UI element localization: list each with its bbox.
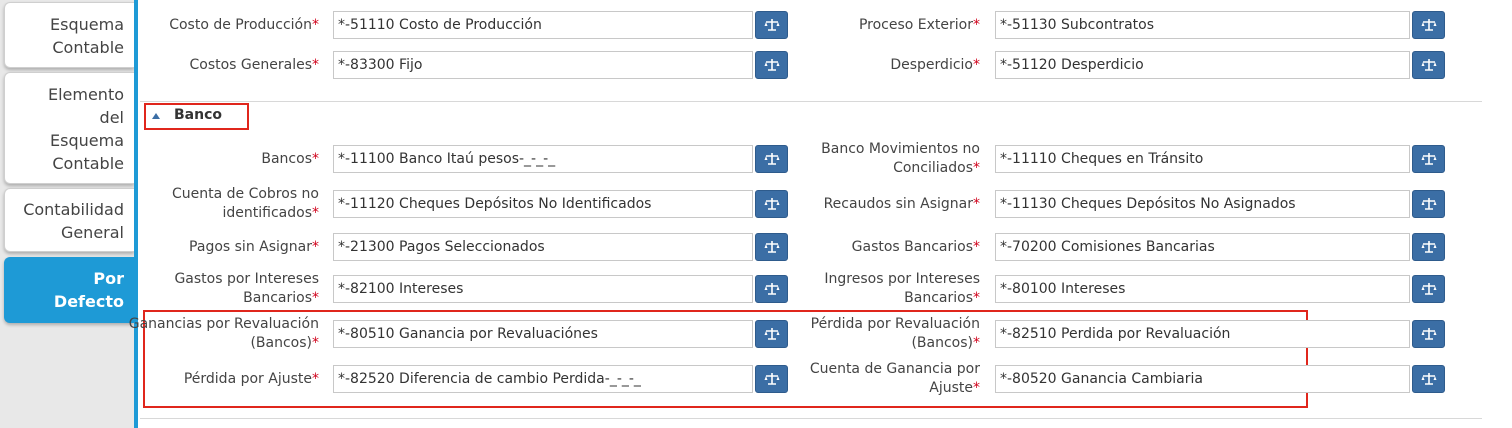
field-label: Ingresos por Intereses Bancarios* xyxy=(720,270,980,308)
account-lookup-button[interactable] xyxy=(1412,275,1445,303)
field-label-line: Pérdida por Revaluación xyxy=(810,316,980,332)
field-label: Banco Movimientos no Conciliados* xyxy=(720,140,980,178)
account-input[interactable]: *-21300 Pagos Seleccionados xyxy=(333,233,753,261)
field-label: Proceso Exterior* xyxy=(720,16,980,35)
collapse-triangle-icon[interactable] xyxy=(152,113,160,119)
required-asterisk: * xyxy=(312,238,319,255)
field-label: Costo de Producción* xyxy=(59,16,319,35)
field-label-line: Pagos sin Asignar* xyxy=(189,238,319,255)
account-input[interactable]: *-82520 Diferencia de cambio Perdida-_-_… xyxy=(333,365,753,393)
account-lookup-button[interactable] xyxy=(1412,190,1445,218)
account-lookup-button[interactable] xyxy=(1412,11,1445,39)
field-label-line: Ajuste* xyxy=(929,380,980,396)
field-label-line: Conciliados* xyxy=(893,160,980,176)
balance-scale-icon xyxy=(1421,198,1437,210)
required-asterisk: * xyxy=(973,160,980,176)
field-label-line: (Bancos)* xyxy=(911,335,980,351)
section-banco-header[interactable]: Banco xyxy=(144,103,249,130)
account-input[interactable]: *-11100 Banco Itaú pesos-_-_-_ xyxy=(333,145,753,173)
required-asterisk: * xyxy=(973,380,980,396)
account-input[interactable]: *-83300 Fijo xyxy=(333,51,753,79)
account-input[interactable]: *-80510 Ganancia por Revaluaciónes xyxy=(333,320,753,348)
account-input[interactable]: *-51110 Costo de Producción xyxy=(333,11,753,39)
field-label: Pérdida por Ajuste* xyxy=(59,370,319,389)
field-label: Gastos Bancarios* xyxy=(720,238,980,257)
balance-scale-icon xyxy=(1421,59,1437,71)
required-asterisk: * xyxy=(973,16,980,33)
tab-label-line: del xyxy=(99,108,124,127)
account-input[interactable]: *-11120 Cheques Depósitos No Identificad… xyxy=(333,190,753,218)
field-label: Pagos sin Asignar* xyxy=(59,238,319,257)
field-label-line: Costo de Producción* xyxy=(169,16,319,33)
field-label: Cuenta de Ganancia por Ajuste* xyxy=(720,360,980,398)
field-label: Ganancias por Revaluación (Bancos)* xyxy=(59,315,319,353)
field-label-line: Bancarios* xyxy=(243,290,319,306)
field-label: Pérdida por Revaluación (Bancos)* xyxy=(720,315,980,353)
account-lookup-button[interactable] xyxy=(1412,365,1445,393)
field-label-line: Gastos Bancarios* xyxy=(851,238,980,255)
balance-scale-icon xyxy=(1421,328,1437,340)
account-input[interactable]: *-11110 Cheques en Tránsito xyxy=(995,145,1410,173)
account-input[interactable]: *-11130 Cheques Depósitos No Asignados xyxy=(995,190,1410,218)
field-label: Costos Generales* xyxy=(59,56,319,75)
section-divider xyxy=(140,418,1482,419)
field-label-line: Cuenta de Ganancia por xyxy=(809,361,980,377)
field-label: Bancos* xyxy=(59,150,319,169)
field-label-line: Desperdicio* xyxy=(890,56,980,73)
field-label-line: Proceso Exterior* xyxy=(858,16,980,33)
field-label: Gastos por Intereses Bancarios* xyxy=(59,270,319,308)
field-label-line: Gastos por Intereses xyxy=(174,271,319,287)
field-label-line: Recaudos sin Asignar* xyxy=(823,195,980,212)
required-asterisk: * xyxy=(312,370,319,387)
field-label-line: Costos Generales* xyxy=(189,56,319,73)
required-asterisk: * xyxy=(973,195,980,212)
account-input[interactable]: *-80520 Ganancia Cambiaria xyxy=(995,365,1410,393)
field-label: Desperdicio* xyxy=(720,56,980,75)
required-asterisk: * xyxy=(312,150,319,167)
section-title: Banco xyxy=(174,107,223,123)
required-asterisk: * xyxy=(312,205,319,221)
field-label-line: (Bancos)* xyxy=(250,335,319,351)
account-lookup-button[interactable] xyxy=(1412,145,1445,173)
field-label-line: Ingresos por Intereses xyxy=(824,271,980,287)
account-lookup-button[interactable] xyxy=(1412,233,1445,261)
account-input[interactable]: *-51120 Desperdicio xyxy=(995,51,1410,79)
field-label: Cuenta de Cobros no identificados* xyxy=(59,185,319,223)
account-input[interactable]: *-70200 Comisiones Bancarias xyxy=(995,233,1410,261)
section-divider xyxy=(140,101,1482,102)
balance-scale-icon xyxy=(1421,19,1437,31)
account-lookup-button[interactable] xyxy=(1412,320,1445,348)
account-input[interactable]: *-80100 Intereses xyxy=(995,275,1410,303)
balance-scale-icon xyxy=(1421,373,1437,385)
required-asterisk: * xyxy=(973,56,980,73)
balance-scale-icon xyxy=(1421,283,1437,295)
account-input[interactable]: *-82510 Perdida por Revaluación xyxy=(995,320,1410,348)
field-label-line: Ganancias por Revaluación xyxy=(128,316,319,332)
required-asterisk: * xyxy=(312,335,319,351)
field-label-line: Cuenta de Cobros no xyxy=(171,186,319,202)
required-asterisk: * xyxy=(973,335,980,351)
field-label-line: Pérdida por Ajuste* xyxy=(183,370,319,387)
field-label-line: Banco Movimientos no xyxy=(821,141,980,157)
required-asterisk: * xyxy=(312,56,319,73)
field-label-line: identificados* xyxy=(222,205,319,221)
required-asterisk: * xyxy=(973,238,980,255)
account-input[interactable]: *-82100 Intereses xyxy=(333,275,753,303)
balance-scale-icon xyxy=(1421,153,1437,165)
tab-label-line: Elemento xyxy=(47,85,124,104)
required-asterisk: * xyxy=(973,290,980,306)
field-label-line: Bancos* xyxy=(261,150,319,167)
balance-scale-icon xyxy=(1421,241,1437,253)
field-label-line: Bancarios* xyxy=(904,290,980,306)
required-asterisk: * xyxy=(312,16,319,33)
account-input[interactable]: *-51130 Subcontratos xyxy=(995,11,1410,39)
field-label: Recaudos sin Asignar* xyxy=(720,195,980,214)
required-asterisk: * xyxy=(312,290,319,306)
account-lookup-button[interactable] xyxy=(1412,51,1445,79)
